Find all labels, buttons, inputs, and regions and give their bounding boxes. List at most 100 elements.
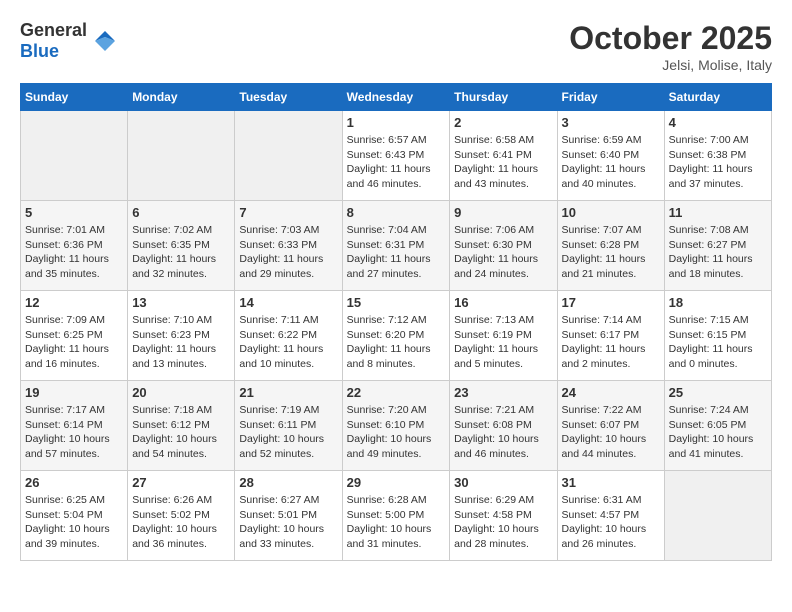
header-thursday: Thursday [450,84,557,111]
cell-week1-day1 [21,111,128,201]
day-number: 12 [25,295,123,310]
cell-week4-day4: 22Sunrise: 7:20 AMSunset: 6:10 PMDayligh… [342,381,450,471]
day-number: 14 [239,295,337,310]
daylight-text: Daylight: 10 hours and 49 minutes. [347,433,432,460]
sunset-text: Sunset: 6:22 PM [239,329,317,341]
location-subtitle: Jelsi, Molise, Italy [569,57,772,73]
day-number: 17 [562,295,660,310]
day-number: 16 [454,295,552,310]
day-number: 6 [132,205,230,220]
sunset-text: Sunset: 6:19 PM [454,329,532,341]
day-number: 13 [132,295,230,310]
sunset-text: Sunset: 6:41 PM [454,149,532,161]
cell-week5-day5: 30 Sunrise: 6:29 AM Sunset: 4:58 PM Dayligh… [450,471,557,561]
sunrise-text: Sunrise: 6:59 AM [562,134,642,146]
cell-week1-day7: 4 Sunrise: 7:00 AMSunset: 6:38 PMDaylight… [664,111,771,201]
daylight-text: Daylight: 10 hours and 26 minutes. [562,523,647,550]
sunrise-text: Sunrise: 7:07 AM [562,224,642,236]
day-number: 9 [454,205,552,220]
logo-text: General Blue [20,20,87,62]
title-area: October 2025 Jelsi, Molise, Italy [569,20,772,73]
cell-week1-day3 [235,111,342,201]
month-title: October 2025 [569,20,772,57]
sunrise-text: Sunrise: 7:18 AM [132,404,212,416]
daylight-text: Daylight: 11 hours and 43 minutes. [454,163,538,190]
cell-week4-day1: 19Sunrise: 7:17 AMSunset: 6:14 PMDayligh… [21,381,128,471]
day-number: 30 [454,475,552,490]
daylight-text: Daylight: 11 hours and 32 minutes. [132,253,216,280]
cell-content: Sunrise: 7:13 AMSunset: 6:19 PMDaylight:… [454,313,552,372]
sunrise-text: Sunrise: 7:11 AM [239,314,318,326]
sunset-text: Sunset: 6:40 PM [562,149,640,161]
sunrise-text: Sunrise: 7:04 AM [347,224,427,236]
sunrise-text: Sunrise: 6:57 AM [347,134,427,146]
sunrise-text: Sunrise: 6:29 AM [454,494,534,506]
calendar-header: Sunday Monday Tuesday Wednesday Thursday… [21,84,772,111]
sunset-text: Sunset: 6:12 PM [132,419,210,431]
cell-content: Sunrise: 7:08 AMSunset: 6:27 PMDaylight:… [669,223,767,282]
cell-week3-day2: 13Sunrise: 7:10 AMSunset: 6:23 PMDayligh… [128,291,235,381]
sunrise-text: Sunrise: 6:27 AM [239,494,319,506]
day-number: 1 [347,115,446,130]
cell-week5-day2: 27Sunrise: 6:26 AMSunset: 5:02 PMDayligh… [128,471,235,561]
sunset-text: Sunset: 5:00 PM [347,509,425,521]
day-number: 25 [669,385,767,400]
day-number: 11 [669,205,767,220]
cell-week2-day7: 11 Sunrise: 7:08 AMSunset: 6:27 PMDayligh… [664,201,771,291]
cell-week2-day1: 5Sunrise: 7:01 AMSunset: 6:36 PMDaylight… [21,201,128,291]
cell-content: Sunrise: 6:29 AM Sunset: 4:58 PM Daylight:… [454,493,552,552]
daylight-text: Daylight: 10 hours and 28 minutes. [454,523,539,550]
header-sunday: Sunday [21,84,128,111]
sunset-text: Sunset: 5:04 PM [25,509,103,521]
sunset-text: Sunset: 4:58 PM [454,509,532,521]
cell-content: Sunrise: 7:15 AMSunset: 6:15 PMDaylight:… [669,313,767,372]
cell-week5-day6: 31Sunrise: 6:31 AMSunset: 4:57 PMDayligh… [557,471,664,561]
sunset-text: Sunset: 6:28 PM [562,239,640,251]
logo-blue: Blue [20,41,59,61]
daylight-text: Daylight: 10 hours and 39 minutes. [25,523,110,550]
sunrise-text: Sunrise: 6:31 AM [562,494,642,506]
day-number: 10 [562,205,660,220]
sunset-text: Sunset: 6:30 PM [454,239,532,251]
logo-icon [91,27,119,55]
day-number: 31 [562,475,660,490]
cell-content: Sunrise: 7:09 AMSunset: 6:25 PMDaylight:… [25,313,123,372]
day-number: 19 [25,385,123,400]
sunrise-text: Sunrise: 7:08 AM [669,224,749,236]
week-row-2: 5Sunrise: 7:01 AMSunset: 6:36 PMDaylight… [21,201,772,291]
sunrise-text: Sunrise: 6:58 AM [454,134,534,146]
cell-week2-day5: 9Sunrise: 7:06 AMSunset: 6:30 PMDaylight… [450,201,557,291]
cell-week3-day3: 14Sunrise: 7:11 AMSunset: 6:22 PMDayligh… [235,291,342,381]
day-number: 3 [562,115,660,130]
daylight-text: Daylight: 11 hours and 27 minutes. [347,253,431,280]
day-number: 26 [25,475,123,490]
header-tuesday: Tuesday [235,84,342,111]
cell-content: Sunrise: 7:14 AMSunset: 6:17 PMDaylight:… [562,313,660,372]
week-row-4: 19Sunrise: 7:17 AMSunset: 6:14 PMDayligh… [21,381,772,471]
sunset-text: Sunset: 6:36 PM [25,239,103,251]
sunset-text: Sunset: 6:23 PM [132,329,210,341]
sunrise-text: Sunrise: 7:14 AM [562,314,642,326]
sunrise-text: Sunrise: 7:00 AM [669,134,749,146]
sunrise-text: Sunrise: 7:20 AM [347,404,427,416]
cell-content: Sunrise: 7:21 AMSunset: 6:08 PMDaylight:… [454,403,552,462]
cell-content: Sunrise: 7:00 AMSunset: 6:38 PMDaylight:… [669,133,767,192]
daylight-text: Daylight: 10 hours and 46 minutes. [454,433,539,460]
day-number: 21 [239,385,337,400]
sunrise-text: Sunrise: 7:13 AM [454,314,534,326]
daylight-text: Daylight: 10 hours and 57 minutes. [25,433,110,460]
cell-content: Sunrise: 6:26 AMSunset: 5:02 PMDaylight:… [132,493,230,552]
day-number: 8 [347,205,446,220]
logo-general: General [20,20,87,40]
cell-content: Sunrise: 7:24 AMSunset: 6:05 PMDaylight:… [669,403,767,462]
cell-content: Sunrise: 6:57 AMSunset: 6:43 PMDaylight:… [347,133,446,192]
header-saturday: Saturday [664,84,771,111]
sunrise-text: Sunrise: 7:10 AM [132,314,212,326]
day-number: 4 [669,115,767,130]
sunset-text: Sunset: 5:02 PM [132,509,210,521]
daylight-text: Daylight: 11 hours and 8 minutes. [347,343,431,370]
cell-week2-day2: 6Sunrise: 7:02 AMSunset: 6:35 PMDaylight… [128,201,235,291]
cell-week1-day2 [128,111,235,201]
daylight-text: Daylight: 11 hours and 18 minutes. [669,253,753,280]
cell-week4-day6: 24Sunrise: 7:22 AMSunset: 6:07 PMDayligh… [557,381,664,471]
